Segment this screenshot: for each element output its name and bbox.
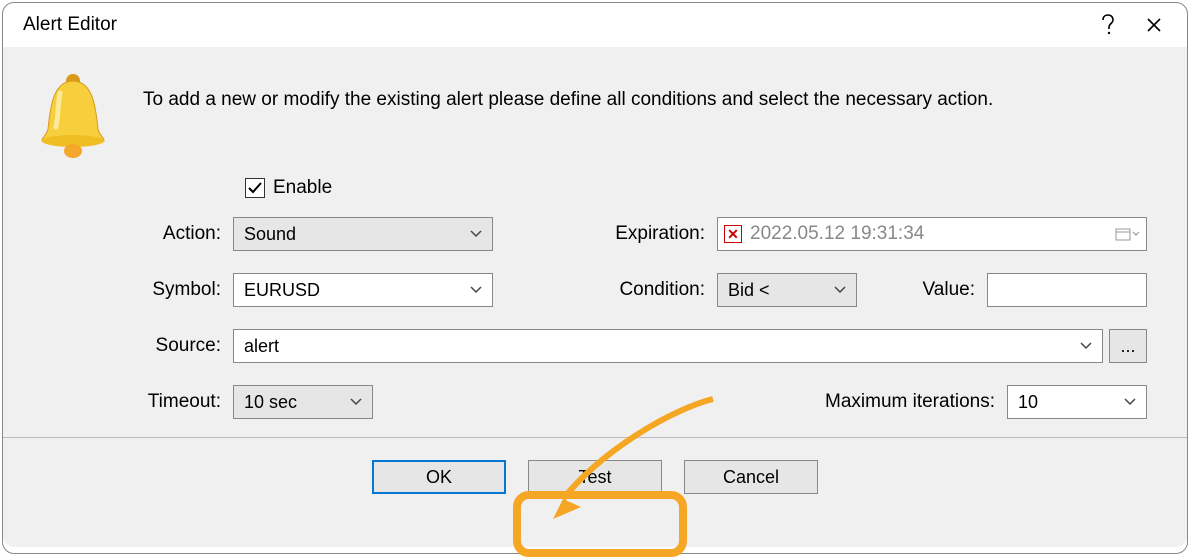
value-label: Value: <box>897 279 987 301</box>
chevron-down-icon <box>346 398 366 406</box>
close-icon <box>1146 17 1162 33</box>
timeout-value: 10 sec <box>244 392 346 413</box>
expiration-value: 2022.05.12 19:31:34 <box>750 223 1114 245</box>
enable-checkbox[interactable] <box>245 178 265 198</box>
source-dropdown[interactable]: alert <box>233 329 1103 363</box>
check-icon <box>247 180 263 196</box>
close-button[interactable] <box>1131 7 1177 43</box>
expiration-field[interactable]: ✕ 2022.05.12 19:31:34 <box>717 217 1147 251</box>
chevron-down-icon <box>830 286 850 294</box>
ok-button[interactable]: OK <box>372 460 506 494</box>
max-iter-value: 10 <box>1018 392 1120 413</box>
condition-dropdown[interactable]: Bid < <box>717 273 857 307</box>
help-icon <box>1101 14 1115 36</box>
chevron-down-icon <box>466 230 486 238</box>
cancel-button[interactable]: Cancel <box>684 460 818 494</box>
max-iter-dropdown[interactable]: 10 <box>1007 385 1147 419</box>
symbol-dropdown[interactable]: EURUSD <box>233 273 493 307</box>
symbol-value: EURUSD <box>244 280 466 301</box>
test-button[interactable]: Test <box>528 460 662 494</box>
bell-icon <box>38 71 108 159</box>
timeout-dropdown[interactable]: 10 sec <box>233 385 373 419</box>
action-dropdown[interactable]: Sound <box>233 217 493 251</box>
intro-text: To add a new or modify the existing aler… <box>143 67 993 111</box>
action-value: Sound <box>244 224 466 245</box>
chevron-down-icon <box>1076 342 1096 350</box>
timeout-label: Timeout: <box>143 391 233 413</box>
help-button[interactable] <box>1085 7 1131 43</box>
symbol-label: Symbol: <box>143 279 233 301</box>
browse-label: ... <box>1120 336 1135 357</box>
window-title: Alert Editor <box>23 14 1085 36</box>
chevron-down-icon <box>466 286 486 294</box>
calendar-icon[interactable] <box>1114 227 1140 241</box>
value-input[interactable] <box>987 273 1147 307</box>
titlebar: Alert Editor <box>3 3 1187 47</box>
alert-editor-dialog: Alert Editor To add <box>2 2 1188 554</box>
test-label: Test <box>578 467 611 488</box>
enable-label: Enable <box>273 177 332 199</box>
action-label: Action: <box>143 223 233 245</box>
source-label: Source: <box>143 335 233 357</box>
condition-label: Condition: <box>597 279 717 301</box>
chevron-down-icon <box>1120 398 1140 406</box>
dialog-content: To add a new or modify the existing aler… <box>3 47 1187 547</box>
expiration-label: Expiration: <box>597 223 717 245</box>
cancel-label: Cancel <box>723 467 779 488</box>
condition-value: Bid < <box>728 280 830 301</box>
ok-label: OK <box>426 467 452 488</box>
max-iter-label: Maximum iterations: <box>787 391 1007 413</box>
source-value: alert <box>244 336 1076 357</box>
clear-date-icon[interactable]: ✕ <box>724 225 742 243</box>
browse-button[interactable]: ... <box>1109 329 1147 363</box>
